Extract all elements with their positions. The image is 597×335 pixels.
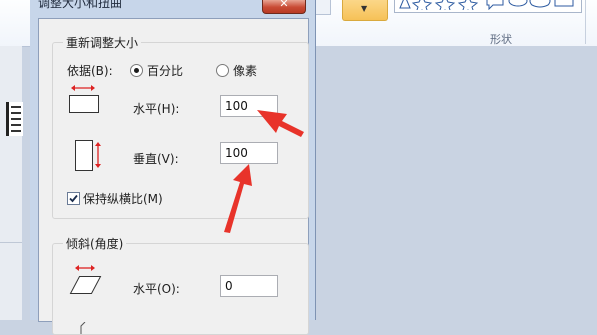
- skew-horizontal-input[interactable]: 0: [220, 275, 278, 297]
- shapes-group-label: 形状: [490, 33, 512, 46]
- divider: [0, 242, 22, 243]
- dialog-title: 调整大小和扭曲: [38, 0, 123, 10]
- color-dropdown[interactable]: ▼: [342, 0, 388, 21]
- canvas-area[interactable]: [316, 46, 597, 320]
- by-label: 依据(B):: [67, 64, 113, 78]
- ribbon-separator: [585, 0, 586, 44]
- pixels-radio[interactable]: [216, 64, 229, 77]
- close-icon: ✕: [279, 0, 289, 10]
- shapes-gallery-icons: [399, 0, 574, 10]
- horizontal-skew-icon: [69, 265, 102, 294]
- pixels-option-label[interactable]: 像素: [233, 62, 257, 79]
- document-icon: [6, 102, 23, 136]
- vertical-resize-icon: [75, 140, 101, 171]
- percent-radio[interactable]: [130, 64, 143, 77]
- horizontal-resize-input[interactable]: 100: [220, 95, 278, 117]
- percent-option-label[interactable]: 百分比: [147, 62, 183, 79]
- resize-skew-dialog: 调整大小和扭曲 ✕ 重新调整大小 依据(B): 百分比 像素 水平(H): 10…: [30, 0, 316, 335]
- shapes-gallery[interactable]: [394, 0, 582, 13]
- canvas-left-strip: [0, 46, 23, 320]
- skew-group-title: 倾斜(角度): [63, 235, 127, 252]
- close-button[interactable]: ✕: [262, 0, 306, 14]
- dropdown-arrow-icon: ▼: [361, 4, 368, 13]
- dialog-body: 重新调整大小 依据(B): 百分比 像素 水平(H): 100 垂直(V): 1…: [38, 18, 309, 335]
- resize-group-title: 重新调整大小: [63, 34, 142, 51]
- vertical-resize-input[interactable]: 100: [220, 142, 278, 164]
- resize-group: 重新调整大小 依据(B): 百分比 像素 水平(H): 100 垂直(V): 1…: [52, 34, 309, 219]
- skew-group: 倾斜(角度) 水平(O): 0: [52, 235, 309, 335]
- vertical-skew-icon: [80, 322, 86, 334]
- horizontal-label: 水平(H):: [133, 102, 180, 116]
- skew-horizontal-label: 水平(O):: [133, 282, 180, 296]
- checkmark-icon: [69, 194, 78, 203]
- keep-ratio-checkbox[interactable]: [67, 192, 80, 205]
- horizontal-resize-icon: [69, 85, 99, 113]
- keep-ratio-label[interactable]: 保持纵横比(M): [83, 190, 163, 207]
- dialog-title-bar[interactable]: 调整大小和扭曲 ✕: [30, 0, 315, 18]
- vertical-label: 垂直(V):: [133, 152, 179, 166]
